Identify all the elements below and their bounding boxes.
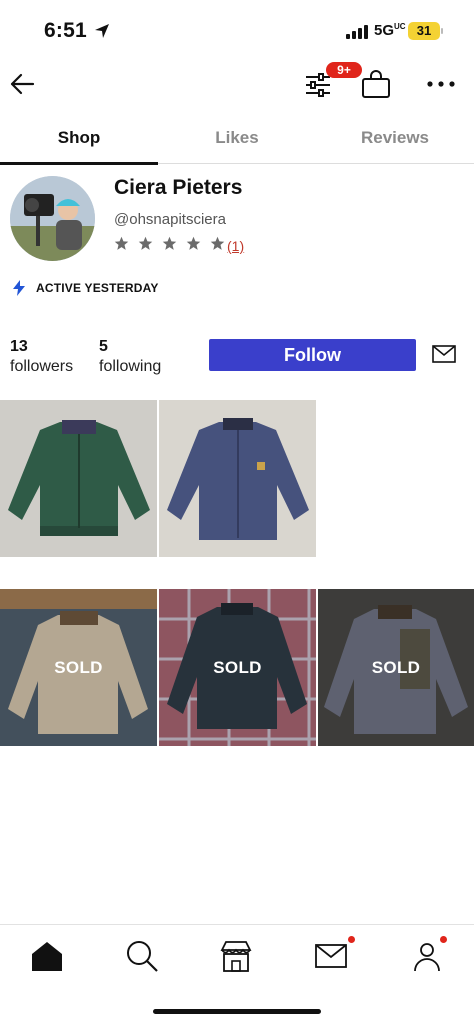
followers-count: 13: [10, 338, 28, 355]
messages-icon[interactable]: [314, 939, 348, 973]
listing-tile[interactable]: [0, 400, 157, 557]
profile-name: Ciera Pieters: [114, 176, 243, 199]
profile-handle: @ohsnapitsciera: [114, 211, 226, 228]
lightning-bolt-icon: [13, 280, 25, 296]
cart-badge: 9+: [326, 62, 362, 78]
followers-stat[interactable]: 13 followers: [10, 338, 73, 376]
status-bar: 6:51 5GUC 31: [0, 0, 474, 62]
tab-likes[interactable]: Likes: [158, 116, 316, 163]
profile-icon[interactable]: [410, 939, 444, 973]
star-icon: [210, 236, 225, 250]
shopping-bag-icon[interactable]: [360, 68, 392, 100]
back-arrow-icon[interactable]: [8, 70, 36, 98]
followers-label: followers: [10, 358, 74, 375]
follow-button[interactable]: Follow: [209, 339, 416, 371]
activity-text: ACTIVE YESTERDAY: [36, 281, 159, 295]
status-time: 6:51: [44, 19, 87, 42]
listing-image: [0, 400, 157, 557]
signal-icon: [346, 25, 368, 39]
tab-reviews[interactable]: Reviews: [316, 116, 474, 163]
listing-tile[interactable]: SOLD: [0, 589, 157, 746]
profile-tabs: Shop Likes Reviews: [0, 116, 474, 165]
profile-notification-dot: [440, 936, 447, 943]
message-icon[interactable]: [432, 345, 456, 363]
tab-shop[interactable]: Shop: [0, 116, 158, 165]
battery-level: 31: [408, 22, 440, 40]
rating-stars: [114, 236, 225, 251]
sold-label: SOLD: [371, 657, 421, 677]
messages-notification-dot: [348, 936, 355, 943]
activity-status: ACTIVE YESTERDAY: [12, 280, 159, 296]
storefront-icon[interactable]: [219, 939, 253, 973]
following-stat[interactable]: 5 following: [99, 338, 161, 376]
listing-image: [159, 400, 316, 557]
sold-label: SOLD: [213, 657, 262, 677]
listing-tile[interactable]: SOLD: [318, 589, 474, 746]
following-count: 5: [99, 338, 108, 355]
network-sup: UC: [394, 22, 406, 31]
star-icon: [186, 236, 201, 250]
star-icon: [162, 236, 177, 250]
top-nav: 9+: [0, 62, 474, 112]
listing-tile[interactable]: SOLD: [159, 589, 316, 746]
home-icon[interactable]: [30, 939, 64, 973]
star-icon: [114, 236, 129, 250]
network-label: 5GUC: [374, 22, 406, 39]
battery-tip: [441, 28, 443, 34]
location-arrow-icon: [95, 24, 109, 38]
review-count-link[interactable]: (1): [227, 238, 244, 254]
avatar[interactable]: [10, 176, 95, 261]
more-options-icon[interactable]: [426, 76, 456, 92]
home-indicator: [153, 1009, 321, 1014]
listing-tile[interactable]: [159, 400, 316, 557]
sold-label: SOLD: [54, 657, 103, 677]
star-icon: [138, 236, 153, 250]
following-label: following: [99, 358, 162, 375]
search-icon[interactable]: [125, 939, 159, 973]
